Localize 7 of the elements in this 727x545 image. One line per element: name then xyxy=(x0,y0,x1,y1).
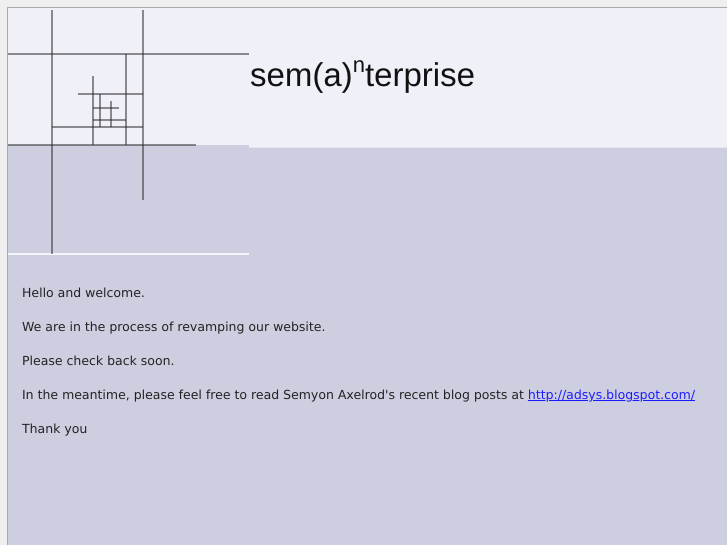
paragraph-text: Hello and welcome. xyxy=(22,285,146,300)
site-title: sem(a)$^{n}$terprise xyxy=(250,56,475,94)
paragraph-text: We are in the process of revamping our website. xyxy=(22,319,326,334)
paragraph-text: Please check back soon. xyxy=(22,353,176,368)
paragraph-text: Thank you xyxy=(22,421,88,436)
blog-link[interactable]: http://adsys.blogspot.com/ xyxy=(528,387,696,402)
paragraph-text: In the meantime, please feel free to read Semyon Axelrod's recent blog posts at xyxy=(22,387,524,402)
